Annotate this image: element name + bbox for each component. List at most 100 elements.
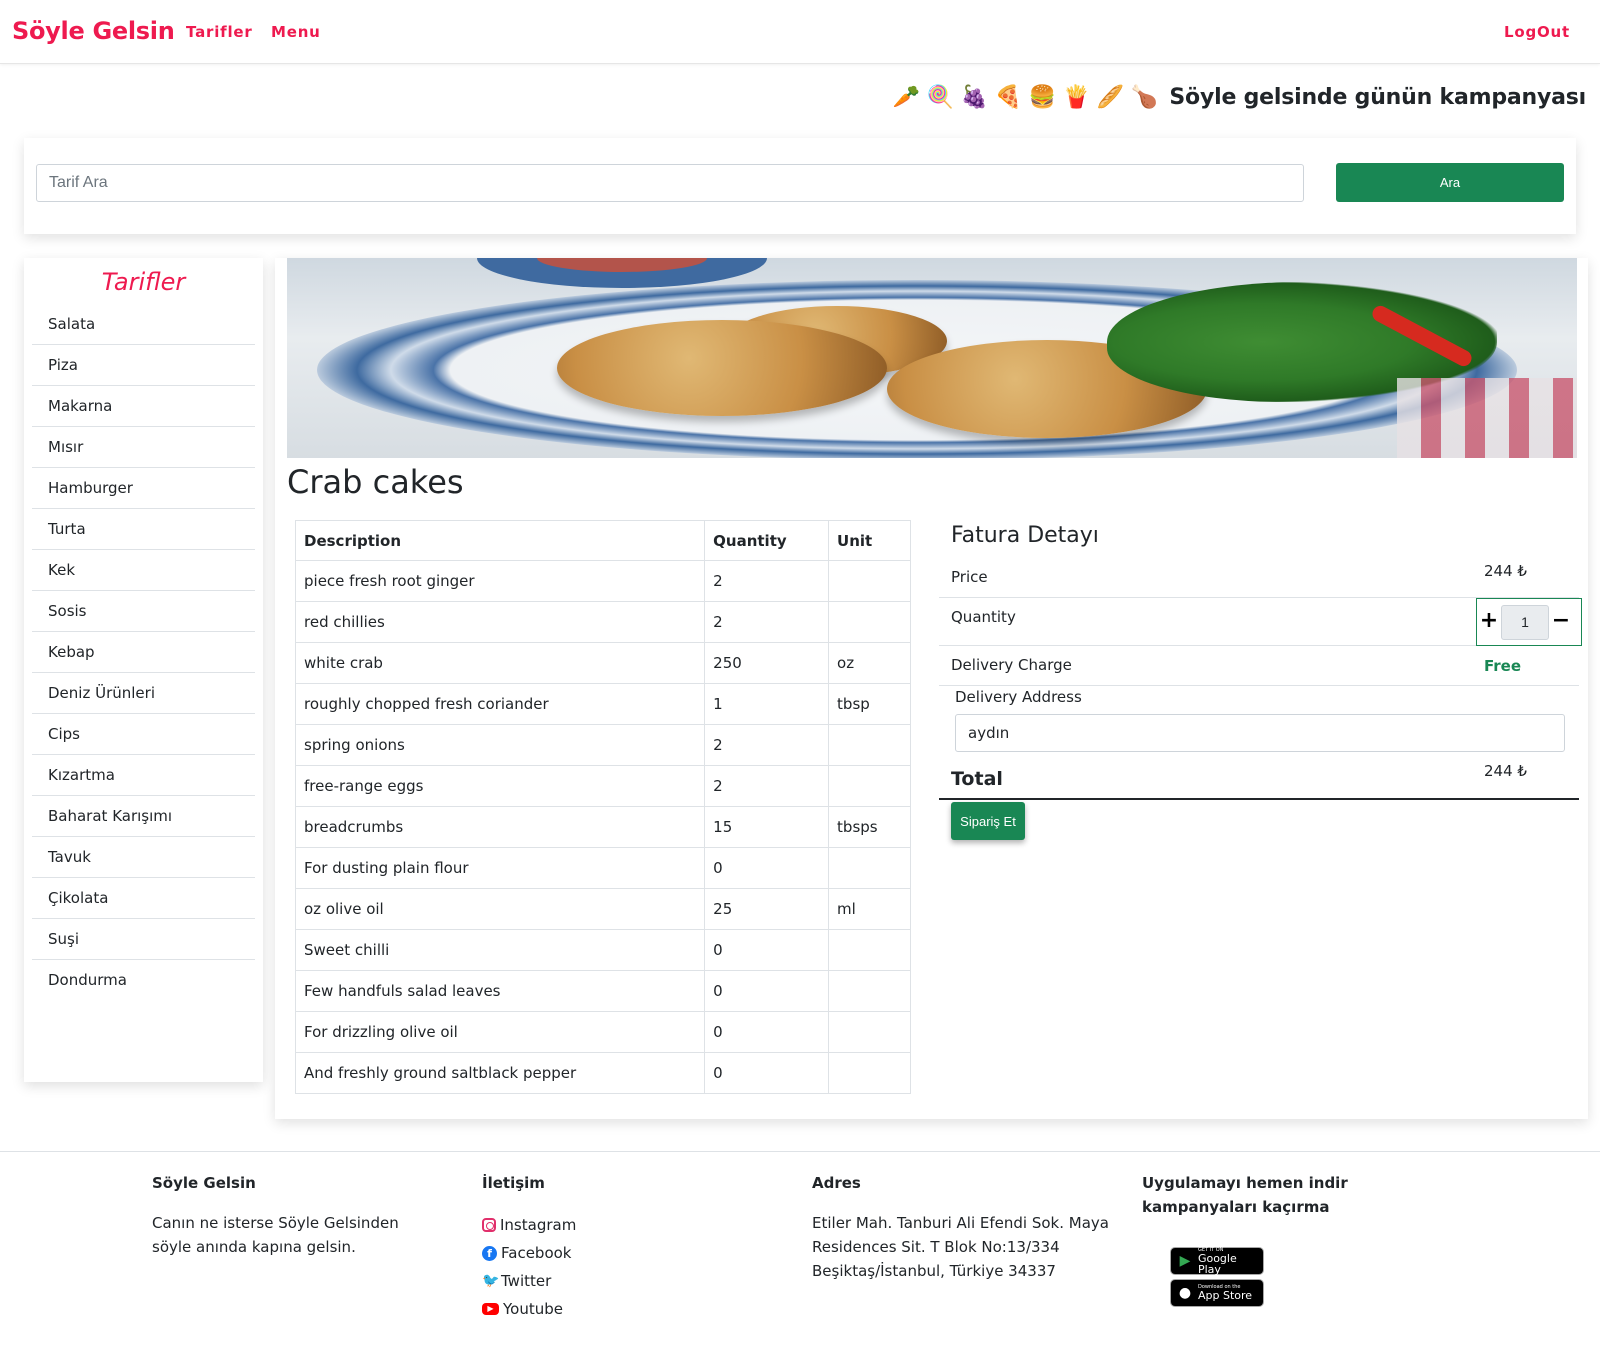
table-row: piece fresh root ginger 2 <box>294 560 911 602</box>
nav-link-menu[interactable]: Menu <box>271 23 321 41</box>
delivery-address-input[interactable] <box>955 714 1565 752</box>
footer-address-text: Etiler Mah. Tanburi Ali Efendi Sok. Maya… <box>812 1214 1109 1280</box>
social-link-label: Twitter <box>501 1272 552 1290</box>
logout-link[interactable]: LogOut <box>1504 23 1570 41</box>
place-order-button[interactable]: Sipariş Et <box>951 802 1025 840</box>
ingredient-description: piece fresh root ginger <box>294 560 706 602</box>
ingredient-quantity: 2 <box>704 724 830 766</box>
sidebar-item-turta[interactable]: Turta <box>32 509 255 550</box>
ingredient-quantity: 2 <box>704 560 830 602</box>
ingredient-quantity: 1 <box>704 683 830 725</box>
footer-address-heading: Adres <box>812 1174 861 1192</box>
delivery-charge-value: Free <box>1484 657 1522 675</box>
footer-app-heading: Uygulamayı hemen indir kampanyaları kaçı… <box>1142 1174 1348 1216</box>
fries-icon: 🍟 <box>1062 85 1091 110</box>
sidebar-item-deniz-urunleri[interactable]: Deniz Ürünleri <box>32 673 255 714</box>
social-link-facebook[interactable]: f Facebook <box>482 1239 772 1267</box>
ingredient-description: For dusting plain flour <box>294 847 706 889</box>
instagram-icon <box>482 1218 496 1232</box>
ingredient-description: For drizzling olive oil <box>294 1011 706 1053</box>
crab-cake-shape <box>557 320 887 416</box>
sidebar-item-dondurma[interactable]: Dondurma <box>32 960 255 1001</box>
quantity-input[interactable] <box>1501 604 1549 640</box>
ingredient-quantity: 0 <box>704 929 830 971</box>
delivery-charge-label: Delivery Charge <box>951 656 1072 674</box>
price-value: 244 ₺ <box>1484 562 1527 580</box>
ingredient-quantity: 0 <box>704 847 830 889</box>
ingredient-description: breadcrumbs <box>294 806 706 848</box>
google-play-badge[interactable]: ▶ GET IT ON Google Play <box>1170 1247 1264 1275</box>
total-label: Total <box>951 768 1003 790</box>
badge-text: Download on the App Store <box>1198 1285 1252 1302</box>
sidebar-item-piza[interactable]: Piza <box>32 345 255 386</box>
column-header-description: Description <box>294 520 706 561</box>
campaign-banner: 🥕 🍭 🍇 🍕 🍔 🍟 🥖 🍗 Söyle gelsinde günün kam… <box>891 85 1586 110</box>
ingredient-description: red chillies <box>294 601 706 643</box>
price-row: Price 244 ₺ <box>939 558 1579 598</box>
ingredient-unit: ml <box>828 888 911 930</box>
price-label: Price <box>951 568 988 586</box>
nav-link-tarifler[interactable]: Tarifler <box>186 23 253 41</box>
ingredient-quantity: 0 <box>704 1052 830 1094</box>
sidebar-item-cips[interactable]: Cips <box>32 714 255 755</box>
ingredient-unit <box>828 970 911 1012</box>
chicken-leg-icon: 🍗 <box>1130 85 1159 110</box>
sidebar-item-misir[interactable]: Mısır <box>32 427 255 468</box>
sidebar-item-cikolata[interactable]: Çikolata <box>32 878 255 919</box>
table-row: For drizzling olive oil 0 <box>294 1011 911 1053</box>
ingredient-unit <box>828 765 911 807</box>
table-row: Few handfuls salad leaves 0 <box>294 970 911 1012</box>
search-button[interactable]: Ara <box>1336 163 1564 202</box>
search-input[interactable] <box>36 164 1304 202</box>
category-list: Salata Piza Makarna Mısır Hamburger Turt… <box>32 304 255 1001</box>
minus-icon[interactable]: − <box>1549 607 1573 637</box>
bread-icon: 🥖 <box>1096 85 1125 110</box>
social-link-label: Instagram <box>500 1216 577 1234</box>
ingredient-quantity: 15 <box>704 806 830 848</box>
ingredient-quantity: 2 <box>704 765 830 807</box>
social-links: Instagram f Facebook 🐦 Twitter ▶ Youtube <box>482 1211 772 1323</box>
table-row: spring onions 2 <box>294 724 911 766</box>
campaign-text: Söyle gelsinde günün kampanyası <box>1169 85 1586 110</box>
app-store-badge[interactable]: ● Download on the App Store <box>1170 1279 1264 1307</box>
sidebar-item-susi[interactable]: Suşi <box>32 919 255 960</box>
recipe-category-sidebar: Tarifler Salata Piza Makarna Mısır Hambu… <box>24 258 263 1082</box>
social-link-youtube[interactable]: ▶ Youtube <box>482 1295 772 1323</box>
ingredient-quantity: 250 <box>704 642 830 684</box>
grapes-icon: 🍇 <box>960 85 989 110</box>
sidebar-item-hamburger[interactable]: Hamburger <box>32 468 255 509</box>
social-link-label: Facebook <box>501 1244 572 1262</box>
table-row: breadcrumbs 15 tbsps <box>294 806 911 848</box>
recipe-hero-image <box>287 258 1577 458</box>
brand-logo[interactable]: Söyle Gelsin <box>12 17 175 45</box>
sidebar-item-kek[interactable]: Kek <box>32 550 255 591</box>
facebook-icon: f <box>482 1245 497 1261</box>
sidebar-item-salata[interactable]: Salata <box>32 304 255 345</box>
table-row: red chillies 2 <box>294 601 911 643</box>
table-row: white crab 250 oz <box>294 642 911 684</box>
sidebar-item-baharat-karisimi[interactable]: Baharat Karışımı <box>32 796 255 837</box>
ingredient-quantity: 0 <box>704 1011 830 1053</box>
footer-contact: İletişim Instagram f Facebook 🐦 Twitter ▶ Y… <box>482 1171 772 1323</box>
recipe-detail-card: Crab cakes Description Quantity Unit pie… <box>275 258 1588 1119</box>
invoice-title: Fatura Detayı <box>951 523 1099 548</box>
sidebar-item-makarna[interactable]: Makarna <box>32 386 255 427</box>
footer-contact-heading: İletişim <box>482 1174 545 1192</box>
sidebar-item-sosis[interactable]: Sosis <box>32 591 255 632</box>
ingredient-unit <box>828 1052 911 1094</box>
sidebar-item-tavuk[interactable]: Tavuk <box>32 837 255 878</box>
table-row: free-range eggs 2 <box>294 765 911 807</box>
ingredient-quantity: 0 <box>704 970 830 1012</box>
sidebar-item-kizartma[interactable]: Kızartma <box>32 755 255 796</box>
ingredient-unit: oz <box>828 642 911 684</box>
recipe-title: Crab cakes <box>287 463 464 501</box>
footer-about-text: Canın ne isterse Söyle Gelsinden söyle a… <box>152 1214 399 1256</box>
badge-text: GET IT ON Google Play <box>1198 1247 1263 1275</box>
social-link-instagram[interactable]: Instagram <box>482 1211 772 1239</box>
footer-about-heading: Söyle Gelsin <box>152 1174 256 1192</box>
ingredient-unit <box>828 1011 911 1053</box>
plus-icon[interactable]: + <box>1477 607 1501 637</box>
sidebar-item-kebap[interactable]: Kebap <box>32 632 255 673</box>
social-link-twitter[interactable]: 🐦 Twitter <box>482 1267 772 1295</box>
lollipop-icon: 🍭 <box>926 85 955 110</box>
